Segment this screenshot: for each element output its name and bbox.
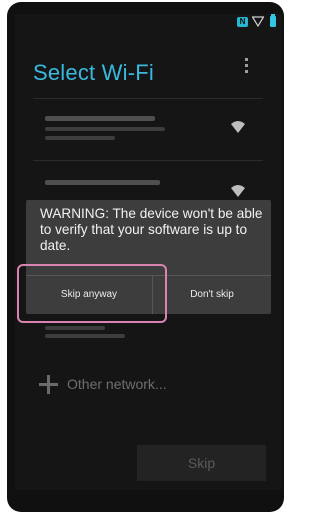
nfc-icon: N (237, 17, 248, 27)
overflow-menu-icon[interactable] (243, 58, 249, 78)
wifi-signal-icon (231, 185, 245, 197)
divider (33, 98, 263, 99)
device-frame: N Select Wi-Fi WARNING: The device won't… (7, 2, 284, 512)
page-title: Select Wi-Fi (33, 60, 154, 85)
dont-skip-button[interactable]: Don't skip (153, 276, 271, 314)
status-bar: N (15, 14, 282, 30)
network-name-redacted (45, 116, 155, 121)
network-list-item[interactable] (15, 100, 282, 160)
dialog-message: WARNING: The device won't be able to ver… (40, 206, 263, 253)
network-name-redacted (45, 180, 160, 185)
screen: N Select Wi-Fi WARNING: The device won't… (15, 14, 282, 490)
plus-icon (39, 375, 58, 394)
other-network-label: Other network... (67, 376, 167, 392)
network-status-redacted (45, 136, 115, 140)
wifi-status-icon (252, 16, 264, 27)
network-status-redacted (45, 127, 165, 131)
wifi-signal-icon (231, 121, 245, 133)
network-status-redacted (45, 326, 105, 330)
battery-icon (270, 14, 276, 27)
skip-button[interactable]: Skip (137, 445, 266, 481)
network-status-redacted (45, 334, 125, 338)
highlight-box (17, 264, 167, 323)
divider (33, 160, 263, 161)
